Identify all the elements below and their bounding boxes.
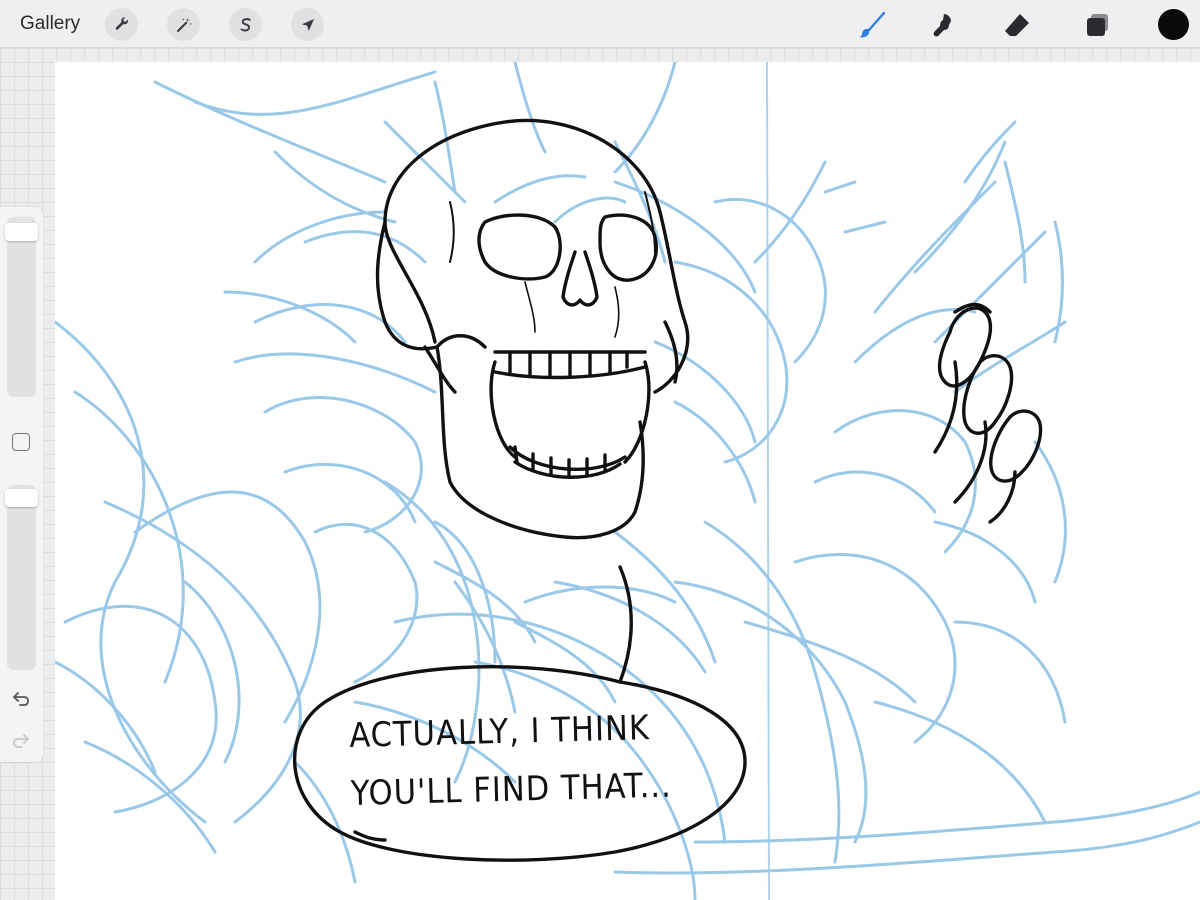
brush-size-thumb[interactable] xyxy=(5,223,38,241)
modify-button[interactable] xyxy=(12,433,30,451)
speech-line-2: YOU'LL FIND THAT... xyxy=(350,765,673,814)
eraser-tool-button[interactable] xyxy=(1000,8,1034,42)
speech-line-1: ACTUALLY, I THINK xyxy=(348,708,651,756)
drawing-canvas[interactable]: ACTUALLY, I THINK YOU'LL FIND THAT... xyxy=(55,62,1200,900)
smudge-icon xyxy=(933,14,951,37)
layers-button[interactable] xyxy=(1081,8,1115,42)
undo-icon xyxy=(13,692,29,706)
selection-button[interactable] xyxy=(229,8,262,41)
redo-icon xyxy=(13,734,29,748)
adjustments-button[interactable] xyxy=(167,8,200,41)
actions-button[interactable] xyxy=(105,8,138,41)
undo-button[interactable] xyxy=(10,687,32,709)
opacity-thumb[interactable] xyxy=(5,489,38,507)
speech-bubble-text: ACTUALLY, I THINK YOU'LL FIND THAT... xyxy=(349,697,732,823)
magic-wand-icon xyxy=(176,17,192,32)
color-swatch[interactable] xyxy=(1158,9,1189,40)
top-toolbar: Gallery xyxy=(0,0,1200,48)
brush-icon xyxy=(859,11,886,38)
wrench-icon xyxy=(115,16,128,30)
smudge-tool-button[interactable] xyxy=(927,8,961,42)
paint-tool-button[interactable] xyxy=(855,8,889,42)
brush-size-slider[interactable] xyxy=(5,217,38,397)
gallery-button[interactable]: Gallery xyxy=(20,12,80,36)
redo-button[interactable] xyxy=(10,729,32,751)
layers-icon xyxy=(1087,14,1108,36)
left-sidebar xyxy=(0,207,43,762)
eraser-icon xyxy=(1005,14,1029,36)
selection-s-icon xyxy=(240,17,251,31)
arrow-cursor-icon xyxy=(301,18,314,31)
opacity-slider[interactable] xyxy=(5,485,38,670)
transform-button[interactable] xyxy=(291,8,324,41)
